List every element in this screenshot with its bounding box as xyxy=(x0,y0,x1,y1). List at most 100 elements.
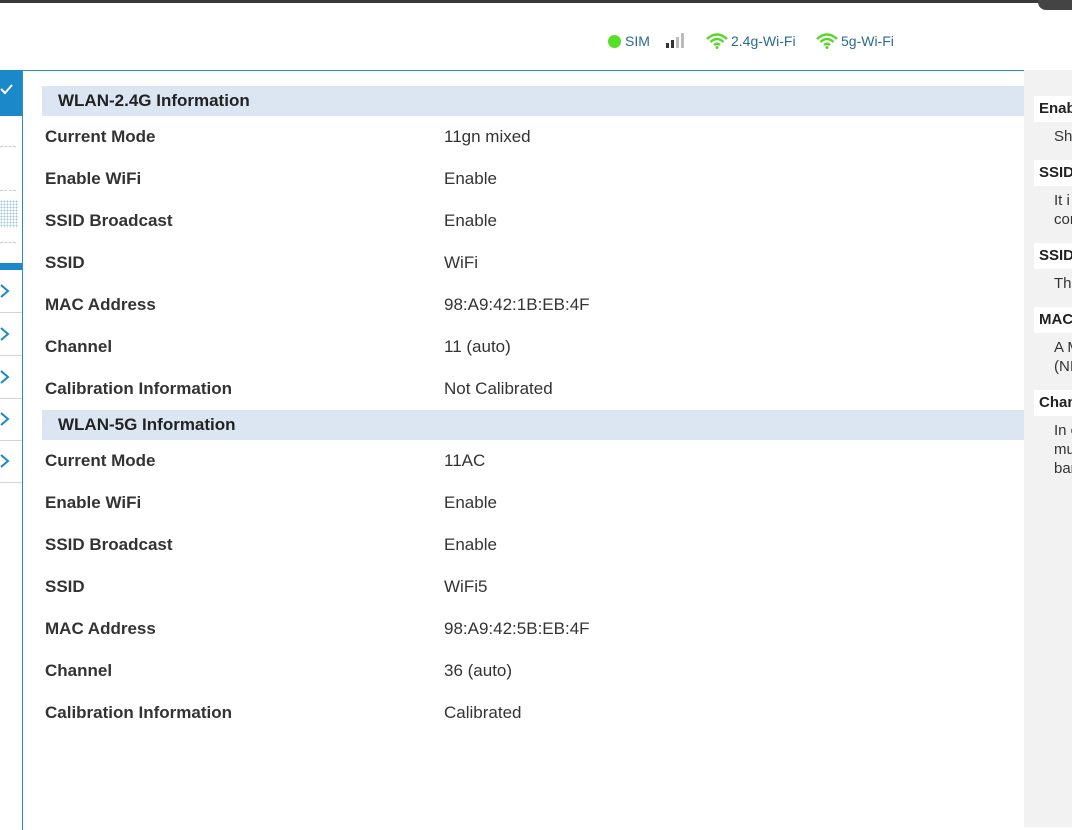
wlan24-section-title: WLAN-2.4G Information xyxy=(42,86,1024,116)
sidebar-divider xyxy=(0,242,16,243)
table-row: Current Mode 11AC xyxy=(42,440,1024,482)
field-label: Calibration Information xyxy=(45,379,232,398)
help-title: Enab xyxy=(1034,96,1072,122)
wifi-24g-status: 2.4g-Wi-Fi xyxy=(706,30,796,52)
help-text-line: cor xyxy=(1054,211,1072,228)
sidebar-menu-item[interactable] xyxy=(0,313,22,356)
field-value: 98:A9:42:5B:EB:4F xyxy=(444,619,590,638)
sidebar-section-bar xyxy=(0,263,22,270)
sidebar-divider xyxy=(0,146,16,147)
field-value: Enable xyxy=(444,211,497,230)
sidebar-menu-item[interactable] xyxy=(0,356,22,399)
table-row: Enable WiFi Enable xyxy=(42,482,1024,524)
field-value: 36 (auto) xyxy=(444,661,513,680)
sidebar-divider xyxy=(0,190,16,191)
field-label: SSID Broadcast xyxy=(45,211,173,230)
help-panel: Enab She SSID It i cor SSID The MAC A M … xyxy=(1024,70,1072,827)
table-row: Channel 11 (auto) xyxy=(42,326,1024,368)
table-row: SSID WiFi5 xyxy=(42,566,1024,608)
sidebar-menu-item[interactable] xyxy=(0,440,22,483)
field-label: MAC Address xyxy=(45,295,156,314)
field-value: Enable xyxy=(444,169,497,188)
help-item: SSID The xyxy=(1034,243,1072,293)
field-value: 11AC xyxy=(444,451,486,470)
field-label: Current Mode xyxy=(45,127,156,146)
sim-status-dot-icon xyxy=(608,34,621,48)
table-row: SSID Broadcast Enable xyxy=(42,524,1024,566)
field-label: SSID xyxy=(45,253,85,272)
table-row: MAC Address 98:A9:42:5B:EB:4F xyxy=(42,608,1024,650)
sidebar-active-item[interactable] xyxy=(0,70,22,116)
help-text-line: A M xyxy=(1054,339,1072,356)
wifi-5g-label: 5g-Wi-Fi xyxy=(841,33,894,49)
field-value: WiFi xyxy=(444,253,478,272)
table-row: Current Mode 11gn mixed xyxy=(42,116,1024,158)
table-row: Channel 36 (auto) xyxy=(42,650,1024,692)
chevron-right-icon xyxy=(0,412,10,426)
sidebar-menu-item[interactable] xyxy=(0,270,22,313)
sim-label: SIM xyxy=(625,33,650,49)
field-value: Enable xyxy=(444,535,497,554)
wlan-info-panel: WLAN-2.4G Information Current Mode 11gn … xyxy=(42,86,1024,734)
field-label: Enable WiFi xyxy=(45,169,142,188)
sidebar-menu-item[interactable] xyxy=(0,398,22,441)
wifi-icon xyxy=(706,33,728,49)
field-label: SSID xyxy=(45,577,85,596)
field-value: Enable xyxy=(444,493,497,512)
help-text-line: bar xyxy=(1054,460,1072,477)
help-item: MAC A M (NI xyxy=(1034,307,1072,376)
signal-strength-icon xyxy=(666,33,684,48)
help-text: In c mu bar xyxy=(1034,421,1072,478)
sidebar-selected-sub-item[interactable] xyxy=(0,200,18,228)
field-value: 98:A9:42:1B:EB:4F xyxy=(444,295,590,314)
field-label: Current Mode xyxy=(45,451,156,470)
table-row: MAC Address 98:A9:42:1B:EB:4F xyxy=(42,284,1024,326)
wifi-24g-label: 2.4g-Wi-Fi xyxy=(731,33,796,49)
field-value: WiFi5 xyxy=(444,577,488,596)
help-text-line: The xyxy=(1054,275,1072,292)
checkmark-icon xyxy=(0,84,13,95)
table-row: SSID WiFi xyxy=(42,242,1024,284)
chevron-right-icon xyxy=(0,284,10,298)
help-text: It i cor xyxy=(1034,191,1072,229)
chevron-right-icon xyxy=(0,454,10,468)
chevron-right-icon xyxy=(0,327,10,341)
sidebar xyxy=(0,70,23,830)
table-row: Calibration Information Not Calibrated xyxy=(42,368,1024,410)
help-text-line: It i xyxy=(1054,192,1070,209)
table-row: Enable WiFi Enable xyxy=(42,158,1024,200)
field-value: Not Calibrated xyxy=(444,379,553,398)
help-text-line: (NI xyxy=(1054,358,1072,375)
table-row: SSID Broadcast Enable xyxy=(42,200,1024,242)
field-label: Channel xyxy=(45,661,113,680)
field-value: 11 (auto) xyxy=(444,337,511,356)
field-label: Enable WiFi xyxy=(45,493,142,512)
wifi-icon xyxy=(816,33,838,49)
help-title: Chan xyxy=(1034,390,1072,416)
wifi-5g-status: 5g-Wi-Fi xyxy=(816,30,894,52)
sim-status: SIM xyxy=(608,30,650,52)
field-label: MAC Address xyxy=(45,619,156,638)
help-item: Enab She xyxy=(1034,96,1072,146)
chevron-right-icon xyxy=(0,370,10,384)
field-label: SSID Broadcast xyxy=(45,535,173,554)
help-text-line: She xyxy=(1054,128,1072,145)
wlan5-section-title: WLAN-5G Information xyxy=(42,410,1024,440)
help-text-line: In c xyxy=(1054,422,1072,439)
field-value: Calibrated xyxy=(444,703,522,722)
field-value: 11gn mixed xyxy=(444,127,531,146)
help-title: SSID xyxy=(1034,243,1072,269)
help-item: SSID It i cor xyxy=(1034,160,1072,229)
table-row: Calibration Information Calibrated xyxy=(42,692,1024,734)
help-text: The xyxy=(1034,274,1072,293)
help-text: A M (NI xyxy=(1034,338,1072,376)
help-text: She xyxy=(1034,127,1072,146)
content-top-border xyxy=(22,70,1072,71)
help-item: Chan In c mu bar xyxy=(1034,390,1072,478)
window-top-border xyxy=(0,0,1072,3)
help-text-line: mu xyxy=(1054,441,1072,458)
field-label: Channel xyxy=(45,337,113,356)
help-title: MAC xyxy=(1034,307,1072,333)
field-label: Calibration Information xyxy=(45,703,232,722)
window-corner-tab xyxy=(1038,0,1072,10)
